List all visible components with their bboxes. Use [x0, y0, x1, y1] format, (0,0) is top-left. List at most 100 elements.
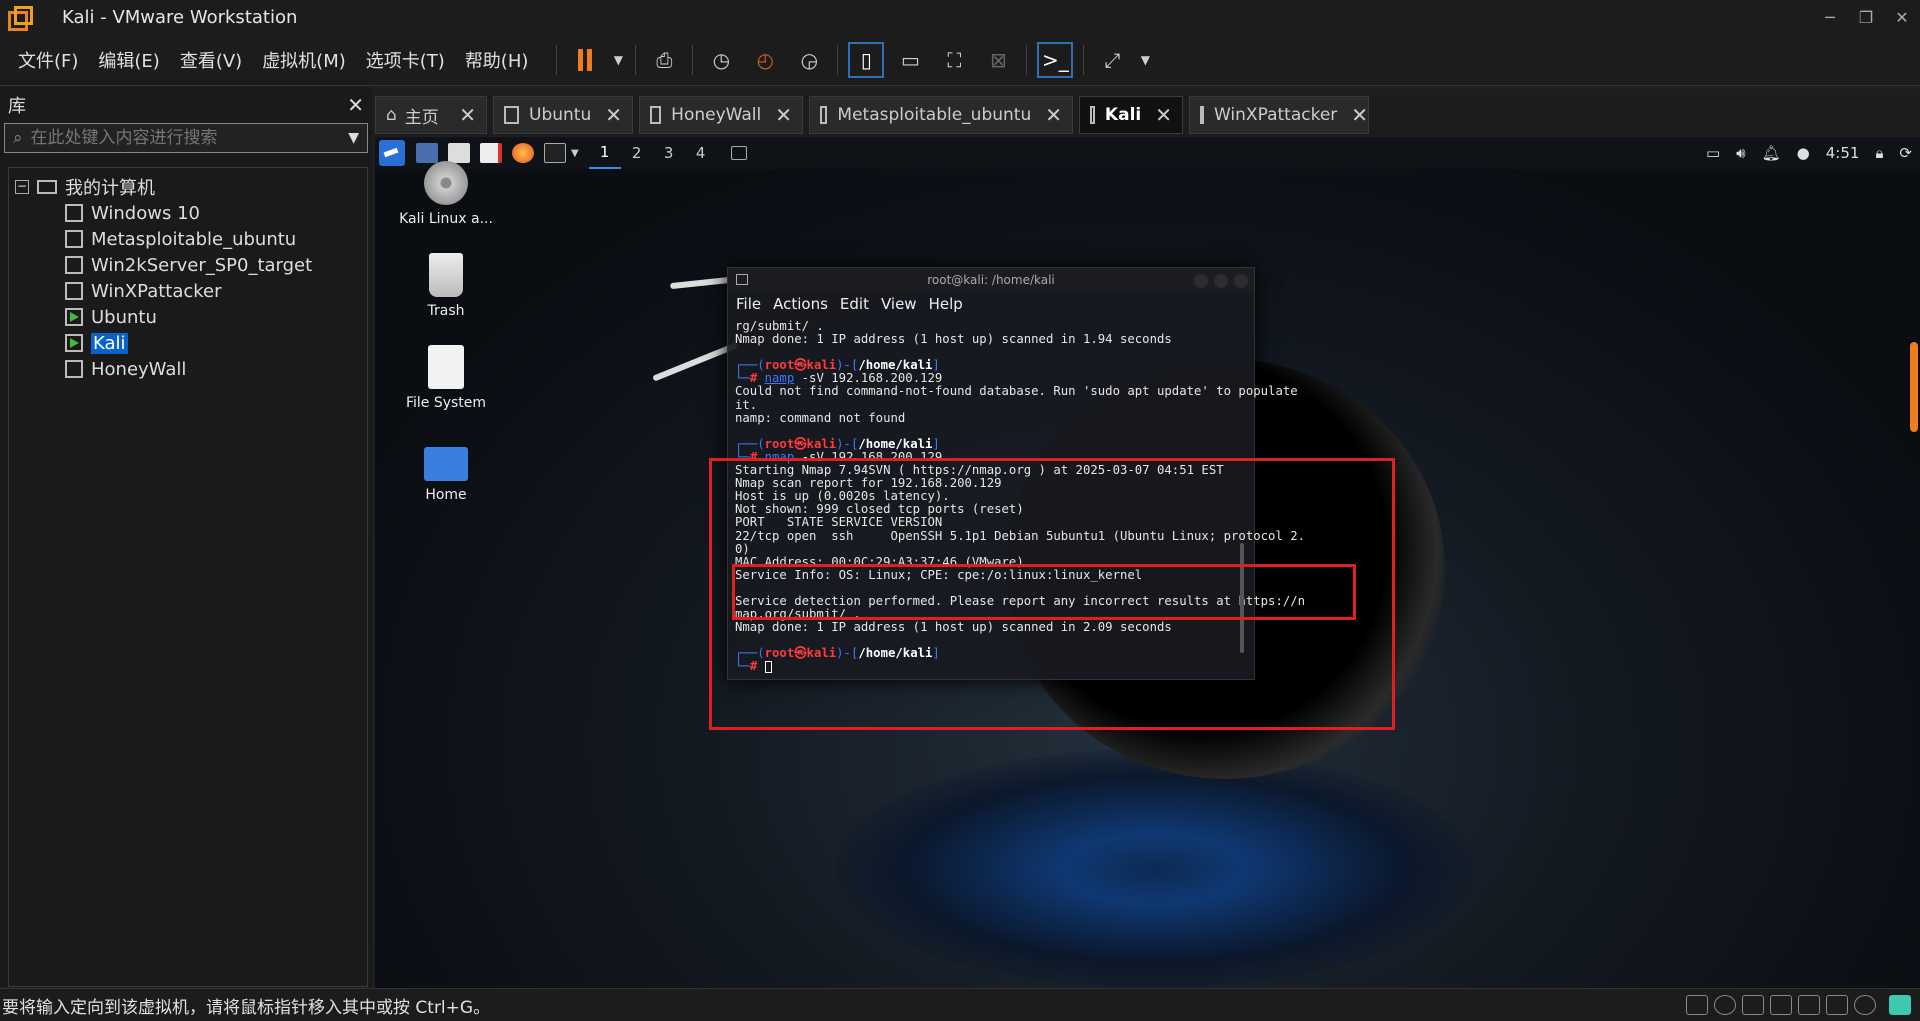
tree-root[interactable]: − 我的计算机	[9, 174, 367, 200]
vm-running-icon	[504, 106, 519, 124]
workspace-3[interactable]: 3	[653, 137, 685, 169]
snapshot-manager-icon[interactable]: ◶	[791, 42, 827, 78]
close-tab-icon[interactable]: ✕	[761, 103, 792, 127]
logout-icon[interactable]: ⟳	[1899, 144, 1912, 162]
terminal-dropdown-icon[interactable]: ▼	[571, 148, 579, 159]
hdd-icon[interactable]	[1686, 995, 1708, 1015]
close-tab-icon[interactable]: ✕	[1141, 103, 1172, 127]
message-icon[interactable]	[1889, 995, 1911, 1015]
display-icon[interactable]: ▭	[1706, 144, 1720, 162]
tab-ubuntu[interactable]: Ubuntu ✕	[493, 96, 633, 134]
workspace-1[interactable]: 1	[588, 137, 621, 169]
menu-file[interactable]: 文件(F)	[8, 47, 88, 73]
tree-item-winxpattacker[interactable]: WinXPattacker	[9, 278, 367, 304]
menu-view[interactable]: 查看(V)	[170, 47, 252, 73]
tree-item-win2kserver[interactable]: Win2kServer_SP0_target	[9, 252, 367, 278]
show-desktop-icon[interactable]	[416, 143, 438, 163]
library-view-icon[interactable]: ▯	[848, 41, 885, 78]
thumbnail-view-icon[interactable]: ▭	[892, 42, 928, 78]
workspace-2[interactable]: 2	[621, 137, 653, 169]
console-view-icon[interactable]: >_	[1037, 41, 1074, 78]
power-dropdown-icon[interactable]: ▼	[611, 42, 625, 78]
stretch-dropdown-icon[interactable]: ▼	[1138, 42, 1152, 78]
tab-winxpattacker[interactable]: WinXPattacker ✕	[1189, 96, 1369, 134]
close-library-icon[interactable]: ✕	[347, 93, 364, 117]
vm-tree: − 我的计算机 Windows 10 Metasploitable_ubuntu…	[8, 167, 368, 987]
desktop-icon-file-system[interactable]: File System	[391, 345, 501, 411]
vm-icon	[65, 256, 83, 274]
terminal-titlebar[interactable]: root@kali: /home/kali	[728, 268, 1254, 292]
lock-icon[interactable]: 🔒︎	[1875, 144, 1883, 162]
terminal-menu-view[interactable]: View	[881, 295, 917, 313]
window-button-icon[interactable]	[730, 146, 747, 160]
close-tab-icon[interactable]: ✕	[445, 103, 476, 127]
revert-snapshot-icon[interactable]: ◴	[747, 42, 783, 78]
drive-icon	[428, 345, 464, 389]
sound-icon[interactable]	[1826, 995, 1848, 1015]
menu-help[interactable]: 帮助(H)	[455, 47, 539, 73]
network-icon[interactable]: ●	[1797, 144, 1810, 162]
search-dropdown-icon[interactable]: ▼	[348, 130, 359, 146]
terminal-icon[interactable]	[544, 143, 566, 163]
highlight-box-port	[732, 564, 1356, 620]
trash-icon	[429, 253, 463, 297]
notification-icon[interactable]: 🔔︎	[1762, 144, 1781, 162]
terminal-menu: File Actions Edit View Help	[728, 292, 1254, 316]
close-tab-icon[interactable]: ✕	[1031, 103, 1062, 127]
search-input[interactable]	[30, 128, 321, 148]
console-scroll-indicator[interactable]	[1910, 342, 1918, 432]
close-tab-icon[interactable]: ✕	[1337, 103, 1368, 127]
menu-vm[interactable]: 虚拟机(M)	[252, 47, 356, 73]
library-search[interactable]: ⌕ ▼	[4, 123, 368, 153]
vm-icon	[65, 360, 83, 378]
status-text: 要将输入定向到该虚拟机，请将鼠标指针移入其中或按 Ctrl+G。	[2, 997, 491, 1018]
clock[interactable]: 4:51	[1826, 144, 1860, 162]
maximize-terminal-button[interactable]	[1214, 274, 1228, 288]
desktop-icon-kali-linux[interactable]: Kali Linux a...	[391, 161, 501, 227]
workspace-4[interactable]: 4	[685, 137, 717, 169]
volume-icon[interactable]: 🔊︎	[1736, 144, 1745, 162]
terminal-menu-actions[interactable]: Actions	[773, 295, 828, 313]
firefox-icon[interactable]	[512, 143, 534, 163]
usb-icon[interactable]	[1770, 995, 1792, 1015]
printer-icon[interactable]	[1798, 995, 1820, 1015]
tab-metasploitable[interactable]: Metasploitable_ubuntu ✕	[809, 96, 1073, 134]
tab-honeywall[interactable]: HoneyWall ✕	[639, 96, 803, 134]
close-tab-icon[interactable]: ✕	[591, 103, 622, 127]
close-terminal-button[interactable]	[1234, 274, 1248, 288]
desktop-icon-home[interactable]: Home	[391, 437, 501, 503]
pause-button[interactable]	[567, 42, 603, 78]
window-title: Kali - VMware Workstation	[62, 6, 298, 28]
close-window-button[interactable]: ✕	[1884, 0, 1920, 34]
tab-kali[interactable]: Kali ✕	[1079, 96, 1183, 134]
terminal-menu-file[interactable]: File	[736, 295, 761, 313]
snapshot-icon[interactable]: ◷	[703, 42, 739, 78]
restore-button[interactable]: ❐	[1848, 0, 1884, 34]
display-status-icon[interactable]	[1854, 995, 1876, 1015]
tree-item-kali[interactable]: Kali	[9, 330, 367, 356]
tree-item-honeywall[interactable]: HoneyWall	[9, 356, 367, 382]
tree-item-windows10[interactable]: Windows 10	[9, 200, 367, 226]
fullscreen-icon[interactable]: ⛶	[936, 42, 972, 78]
terminal-window-icon	[736, 274, 748, 285]
cd-icon[interactable]	[1714, 995, 1736, 1015]
network-adapter-icon[interactable]	[1742, 995, 1764, 1015]
menu-edit[interactable]: 编辑(E)	[88, 47, 169, 73]
minimize-button[interactable]: ─	[1812, 0, 1848, 34]
tree-item-metasploitable[interactable]: Metasploitable_ubuntu	[9, 226, 367, 252]
tab-home[interactable]: ⌂ 主页 ✕	[375, 96, 487, 134]
file-manager-icon[interactable]	[448, 143, 470, 163]
stretch-guest-icon[interactable]: ⤢	[1094, 42, 1130, 78]
tree-item-ubuntu[interactable]: Ubuntu	[9, 304, 367, 330]
status-bar: 要将输入定向到该虚拟机，请将鼠标指针移入其中或按 Ctrl+G。	[0, 988, 1920, 1021]
minimize-terminal-button[interactable]	[1194, 274, 1208, 288]
text-editor-icon[interactable]	[480, 143, 502, 163]
menu-tabs[interactable]: 选项卡(T)	[356, 47, 455, 73]
terminal-menu-edit[interactable]: Edit	[840, 295, 869, 313]
unity-icon[interactable]: ⊠	[980, 42, 1016, 78]
terminal-menu-help[interactable]: Help	[929, 295, 963, 313]
send-ctrl-alt-del-icon[interactable]: ⎙	[646, 42, 682, 78]
collapse-icon[interactable]: −	[15, 180, 29, 194]
vm-icon	[65, 230, 83, 248]
desktop-icon-trash[interactable]: Trash	[391, 253, 501, 319]
